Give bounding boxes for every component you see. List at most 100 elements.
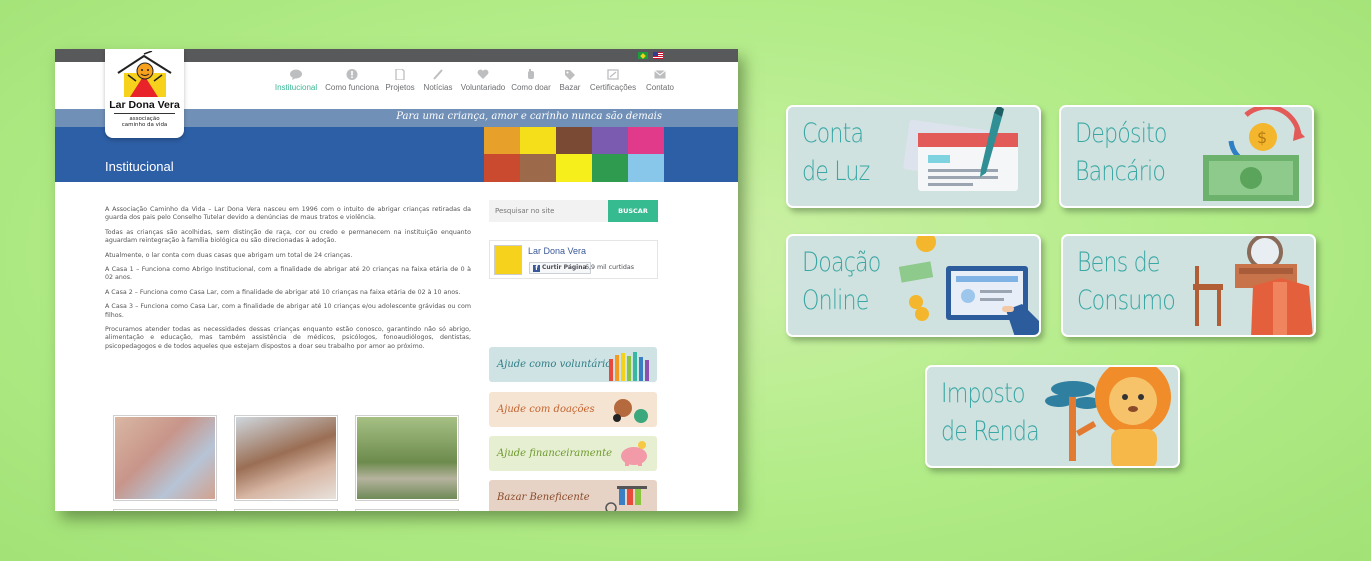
help-button-label: Ajude como voluntário <box>497 359 612 370</box>
certificate-icon <box>607 69 619 80</box>
tag-icon <box>565 70 575 80</box>
speech-bubble-icon <box>290 69 302 80</box>
heart-icon <box>477 69 489 79</box>
institutional-text: A Associação Caminho da Vida – Lar Dona … <box>105 206 471 357</box>
facebook-page-thumbnail[interactable] <box>494 245 522 275</box>
piggy-bank-icon <box>621 441 647 466</box>
logo-divider <box>114 113 175 114</box>
nav-item-como-doar[interactable]: Como doar <box>508 69 554 101</box>
gallery-photo[interactable] <box>234 509 338 511</box>
charity-bazaar-button[interactable]: Bazar Beneficente <box>489 480 657 511</box>
bazaar-rack-icon <box>605 486 647 511</box>
paragraph: Procuramos atender todas as necessidades… <box>105 326 471 350</box>
facebook-widget: Lar Dona Vera f Curtir Página 6,9 mil cur… <box>489 240 658 279</box>
help-button-label: Ajude financeiramente <box>497 448 613 459</box>
help-button-label: Ajude com doações <box>497 404 595 415</box>
nav-item-noticias[interactable]: Notícias <box>418 69 458 101</box>
nav-item-label: Voluntariado <box>460 83 506 92</box>
facebook-like-count: 6,9 mil curtidas <box>585 264 635 271</box>
gallery-photo-child[interactable] <box>234 415 338 501</box>
card-label: Imposto de Renda <box>941 375 1040 451</box>
paragraph: Todas as crianças são acolhidas, sem dis… <box>105 228 471 245</box>
card-imposto-de-renda[interactable]: Imposto de Renda <box>925 365 1180 468</box>
gallery-photo[interactable] <box>355 509 459 511</box>
usa-flag-icon[interactable] <box>653 52 663 59</box>
nav-item-contato[interactable]: Contato <box>640 69 680 101</box>
paragraph: A Associação Caminho da Vida – Lar Dona … <box>105 206 471 222</box>
gallery-photo-garden[interactable] <box>355 415 459 501</box>
money-transfer-icon: $ <box>1203 107 1305 201</box>
nav-item-label: Notícias <box>423 83 453 92</box>
nav-item-projetos[interactable]: Projetos <box>382 69 418 101</box>
gallery-photo[interactable] <box>113 509 217 511</box>
card-bens-de-consumo[interactable]: Bens de Consumo <box>1061 234 1316 337</box>
search-input[interactable]: Pesquisar no site <box>489 200 608 222</box>
bill-pen-icon <box>903 107 1018 191</box>
card-doacao-online[interactable]: Doação Online <box>786 234 1041 337</box>
like-label: Curtir Página <box>542 264 587 271</box>
logo-subtitle-line: caminho da vida <box>121 122 168 128</box>
nav-item-como-funciona[interactable]: Como funciona <box>322 69 382 101</box>
website-screenshot: Lar Dona Vera associação caminho da vida… <box>55 49 738 511</box>
card-label-line: Conta <box>802 118 864 149</box>
page-title: Institucional <box>105 159 174 174</box>
nav-item-certificacoes[interactable]: Certificações <box>586 69 640 101</box>
nav-item-label: Projetos <box>385 83 415 92</box>
photo-gallery <box>113 415 460 511</box>
volunteer-button[interactable]: Ajude como voluntário <box>489 347 657 382</box>
nav-item-institucional[interactable]: Institucional <box>270 69 322 101</box>
nav-item-label: Contato <box>645 83 675 92</box>
facebook-page-name[interactable]: Lar Dona Vera <box>528 246 586 256</box>
card-label-line: Bancário <box>1075 156 1166 187</box>
nav-item-label: Bazar <box>559 83 581 92</box>
hand-icon <box>528 69 534 79</box>
nav-item-label: Como funciona <box>325 83 379 92</box>
card-label-line: Consumo <box>1077 285 1176 316</box>
search-button[interactable]: BUSCAR <box>608 200 658 222</box>
financial-help-button[interactable]: Ajude financeiramente <box>489 436 657 471</box>
card-label-line: Depósito <box>1075 118 1167 149</box>
card-deposito-bancario[interactable]: Depósito Bancário $ <box>1059 105 1314 208</box>
brazil-flag-icon[interactable] <box>638 52 648 59</box>
furniture-clothes-icon <box>1193 236 1313 335</box>
svg-text:$: $ <box>1257 128 1267 147</box>
card-label: Depósito Bancário <box>1075 115 1167 191</box>
donations-button[interactable]: Ajude com doações <box>489 392 657 427</box>
nav-item-label: Como doar <box>511 83 551 92</box>
facebook-icon: f <box>533 265 540 272</box>
card-label-line: Online <box>802 285 869 316</box>
toys-icon <box>613 399 648 423</box>
tagline: Para uma criança, amor e carinho nunca s… <box>396 111 662 122</box>
card-label: Bens de Consumo <box>1077 244 1176 320</box>
nav-item-label: Certificações <box>589 83 637 92</box>
lion-icon <box>1045 367 1171 466</box>
main-nav: Institucional Como funciona Projetos Not… <box>270 69 680 101</box>
paragraph: A Casa 2 – Funciona como Casa Lar, com a… <box>105 288 461 296</box>
card-label: Doação Online <box>802 244 881 320</box>
card-label-line: Bens de <box>1077 247 1160 278</box>
card-label-line: Imposto <box>941 378 1026 409</box>
paragraph: Atualmente, o lar conta com duas casas q… <box>105 251 353 259</box>
card-label-line: de Luz <box>802 156 870 187</box>
logo-subtitle: associação caminho da vida <box>105 116 184 128</box>
site-logo[interactable]: Lar Dona Vera associação caminho da vida <box>105 49 184 138</box>
card-label-line: Doação <box>802 247 881 278</box>
card-label-line: de Renda <box>941 416 1040 447</box>
logo-name: Lar Dona Vera <box>109 99 180 111</box>
exclamation-icon <box>346 69 358 80</box>
nav-item-bazar[interactable]: Bazar <box>554 69 586 101</box>
document-icon <box>395 69 405 80</box>
paragraph: A Casa 3 – Funciona como Casa Lar, com a… <box>105 303 471 319</box>
card-conta-de-luz[interactable]: Conta de Luz <box>786 105 1041 208</box>
facebook-like-button[interactable]: f Curtir Página <box>529 262 591 274</box>
house-child-icon <box>117 51 172 97</box>
nav-item-voluntariado[interactable]: Voluntariado <box>458 69 508 101</box>
online-payment-icon <box>898 236 1039 335</box>
help-button-label: Bazar Beneficente <box>497 492 590 503</box>
gallery-photo-painted-hands[interactable] <box>113 415 217 501</box>
nav-item-label: Institucional <box>274 83 318 92</box>
card-label: Conta de Luz <box>802 115 870 191</box>
paragraph: A Casa 1 – Funciona como Abrigo Instituc… <box>105 266 471 282</box>
raised-hands-icon <box>609 352 649 381</box>
pencil-icon <box>433 69 443 80</box>
